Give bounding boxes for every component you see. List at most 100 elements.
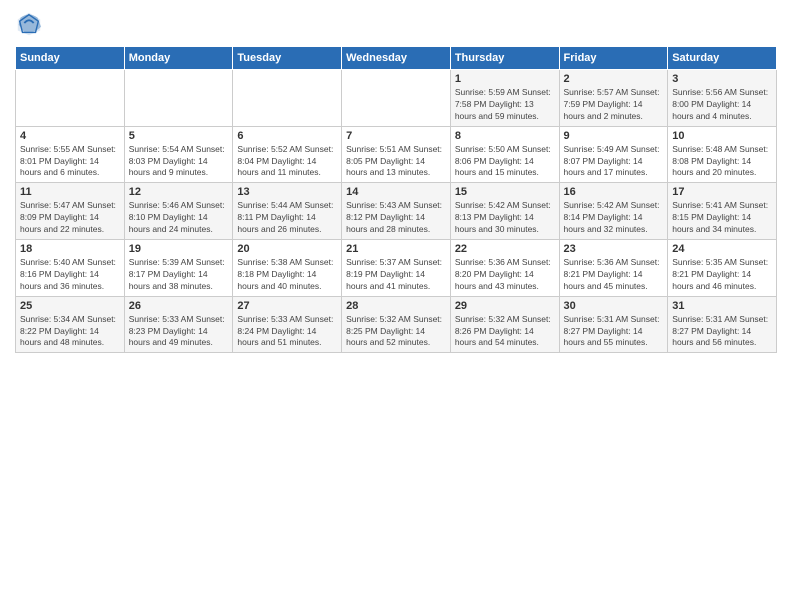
week-row-2: 4 Sunrise: 5:55 AM Sunset: 8:01 PM Daylig… [16,126,777,183]
calendar-cell: 9 Sunrise: 5:49 AM Sunset: 8:07 PM Daylig… [559,126,668,183]
day-detail: Sunrise: 5:44 AM Sunset: 8:11 PM Dayligh… [237,200,337,236]
page: SundayMondayTuesdayWednesdayThursdayFrid… [0,0,792,612]
day-number: 31 [672,300,772,312]
day-detail: Sunrise: 5:36 AM Sunset: 8:20 PM Dayligh… [455,257,555,293]
day-detail: Sunrise: 5:32 AM Sunset: 8:25 PM Dayligh… [346,314,446,350]
calendar-cell: 2Sunrise: 5:57 AM Sunset: 7:59 PM Daylig… [559,70,668,127]
day-number: 15 [455,186,555,198]
day-number: 7 [346,130,446,142]
day-detail: Sunrise: 5:32 AM Sunset: 8:26 PM Dayligh… [455,314,555,350]
day-detail: Sunrise: 5:37 AM Sunset: 8:19 PM Dayligh… [346,257,446,293]
day-number: 17 [672,186,772,198]
day-number: 22 [455,243,555,255]
day-header-wednesday: Wednesday [342,47,451,70]
day-detail: Sunrise: 5:39 AM Sunset: 8:17 PM Dayligh… [129,257,229,293]
day-detail: Sunrise: 5:47 AM Sunset: 8:09 PM Dayligh… [20,200,120,236]
day-detail: Sunrise: 5:31 AM Sunset: 8:27 PM Dayligh… [672,314,772,350]
day-detail: Sunrise: 5:51 AM Sunset: 8:05 PM Dayligh… [346,144,446,180]
calendar-cell: 26 Sunrise: 5:33 AM Sunset: 8:23 PM Dayli… [124,296,233,353]
day-header-friday: Friday [559,47,668,70]
day-detail: Sunrise: 5:49 AM Sunset: 8:07 PM Dayligh… [564,144,664,180]
day-number: 9 [564,130,664,142]
day-header-monday: Monday [124,47,233,70]
day-number: 8 [455,130,555,142]
day-detail: Sunrise: 5:56 AM Sunset: 8:00 PM Dayligh… [672,87,772,123]
day-number: 11 [20,186,120,198]
day-detail: Sunrise: 5:40 AM Sunset: 8:16 PM Dayligh… [20,257,120,293]
day-number: 6 [237,130,337,142]
calendar-cell: 7 Sunrise: 5:51 AM Sunset: 8:05 PM Daylig… [342,126,451,183]
calendar-cell: 12 Sunrise: 5:46 AM Sunset: 8:10 PM Dayli… [124,183,233,240]
day-detail: Sunrise: 5:42 AM Sunset: 8:13 PM Dayligh… [455,200,555,236]
calendar-cell: 17 Sunrise: 5:41 AM Sunset: 8:15 PM Dayli… [668,183,777,240]
day-number: 18 [20,243,120,255]
calendar-cell [124,70,233,127]
calendar-cell: 19 Sunrise: 5:39 AM Sunset: 8:17 PM Dayli… [124,240,233,297]
day-detail: Sunrise: 5:43 AM Sunset: 8:12 PM Dayligh… [346,200,446,236]
day-detail: Sunrise: 5:52 AM Sunset: 8:04 PM Dayligh… [237,144,337,180]
day-number: 28 [346,300,446,312]
day-detail: Sunrise: 5:33 AM Sunset: 8:24 PM Dayligh… [237,314,337,350]
day-number: 2 [564,73,664,85]
day-number: 26 [129,300,229,312]
day-number: 4 [20,130,120,142]
calendar-cell: 15 Sunrise: 5:42 AM Sunset: 8:13 PM Dayli… [450,183,559,240]
day-number: 29 [455,300,555,312]
day-number: 30 [564,300,664,312]
day-number: 3 [672,73,772,85]
calendar-cell: 10 Sunrise: 5:48 AM Sunset: 8:08 PM Dayli… [668,126,777,183]
day-header-thursday: Thursday [450,47,559,70]
calendar-cell: 3 Sunrise: 5:56 AM Sunset: 8:00 PM Daylig… [668,70,777,127]
day-header-sunday: Sunday [16,47,125,70]
day-detail: Sunrise: 5:36 AM Sunset: 8:21 PM Dayligh… [564,257,664,293]
day-detail: Sunrise: 5:42 AM Sunset: 8:14 PM Dayligh… [564,200,664,236]
day-number: 12 [129,186,229,198]
day-number: 13 [237,186,337,198]
calendar-cell: 22 Sunrise: 5:36 AM Sunset: 8:20 PM Dayli… [450,240,559,297]
day-detail: Sunrise: 5:34 AM Sunset: 8:22 PM Dayligh… [20,314,120,350]
day-detail: Sunrise: 5:50 AM Sunset: 8:06 PM Dayligh… [455,144,555,180]
calendar-cell: 31 Sunrise: 5:31 AM Sunset: 8:27 PM Dayli… [668,296,777,353]
header [15,10,777,38]
day-detail: Sunrise: 5:33 AM Sunset: 8:23 PM Dayligh… [129,314,229,350]
calendar-cell: 4 Sunrise: 5:55 AM Sunset: 8:01 PM Daylig… [16,126,125,183]
day-detail: Sunrise: 5:46 AM Sunset: 8:10 PM Dayligh… [129,200,229,236]
week-row-3: 11 Sunrise: 5:47 AM Sunset: 8:09 PM Dayli… [16,183,777,240]
day-header-saturday: Saturday [668,47,777,70]
day-detail: Sunrise: 5:41 AM Sunset: 8:15 PM Dayligh… [672,200,772,236]
week-row-4: 18 Sunrise: 5:40 AM Sunset: 8:16 PM Dayli… [16,240,777,297]
calendar-cell: 18 Sunrise: 5:40 AM Sunset: 8:16 PM Dayli… [16,240,125,297]
day-number: 5 [129,130,229,142]
week-row-1: 1 Sunrise: 5:59 AM Sunset: 7:58 PM Daylig… [16,70,777,127]
calendar-cell: 11 Sunrise: 5:47 AM Sunset: 8:09 PM Dayli… [16,183,125,240]
day-detail: Sunrise: 5:59 AM Sunset: 7:58 PM Dayligh… [455,87,555,123]
calendar-cell: 13 Sunrise: 5:44 AM Sunset: 8:11 PM Dayli… [233,183,342,240]
calendar-cell: 5Sunrise: 5:54 AM Sunset: 8:03 PM Daylig… [124,126,233,183]
day-number: 1 [455,73,555,85]
calendar-cell: 16 Sunrise: 5:42 AM Sunset: 8:14 PM Dayli… [559,183,668,240]
day-number: 14 [346,186,446,198]
day-detail: Sunrise: 5:48 AM Sunset: 8:08 PM Dayligh… [672,144,772,180]
day-header-tuesday: Tuesday [233,47,342,70]
day-number: 10 [672,130,772,142]
day-number: 25 [20,300,120,312]
day-number: 20 [237,243,337,255]
day-number: 16 [564,186,664,198]
calendar-cell: 23 Sunrise: 5:36 AM Sunset: 8:21 PM Dayli… [559,240,668,297]
calendar-cell: 29 Sunrise: 5:32 AM Sunset: 8:26 PM Dayli… [450,296,559,353]
day-number: 27 [237,300,337,312]
day-number: 19 [129,243,229,255]
calendar-cell [16,70,125,127]
day-number: 24 [672,243,772,255]
week-row-5: 25 Sunrise: 5:34 AM Sunset: 8:22 PM Dayli… [16,296,777,353]
logo [15,10,47,38]
calendar-cell: 24Sunrise: 5:35 AM Sunset: 8:21 PM Dayli… [668,240,777,297]
calendar-header: SundayMondayTuesdayWednesdayThursdayFrid… [16,47,777,70]
calendar-cell: 6 Sunrise: 5:52 AM Sunset: 8:04 PM Daylig… [233,126,342,183]
calendar-cell: 21Sunrise: 5:37 AM Sunset: 8:19 PM Dayli… [342,240,451,297]
calendar-cell: 14 Sunrise: 5:43 AM Sunset: 8:12 PM Dayli… [342,183,451,240]
header-row: SundayMondayTuesdayWednesdayThursdayFrid… [16,47,777,70]
day-detail: Sunrise: 5:55 AM Sunset: 8:01 PM Dayligh… [20,144,120,180]
calendar-cell: 30Sunrise: 5:31 AM Sunset: 8:27 PM Dayli… [559,296,668,353]
day-number: 23 [564,243,664,255]
